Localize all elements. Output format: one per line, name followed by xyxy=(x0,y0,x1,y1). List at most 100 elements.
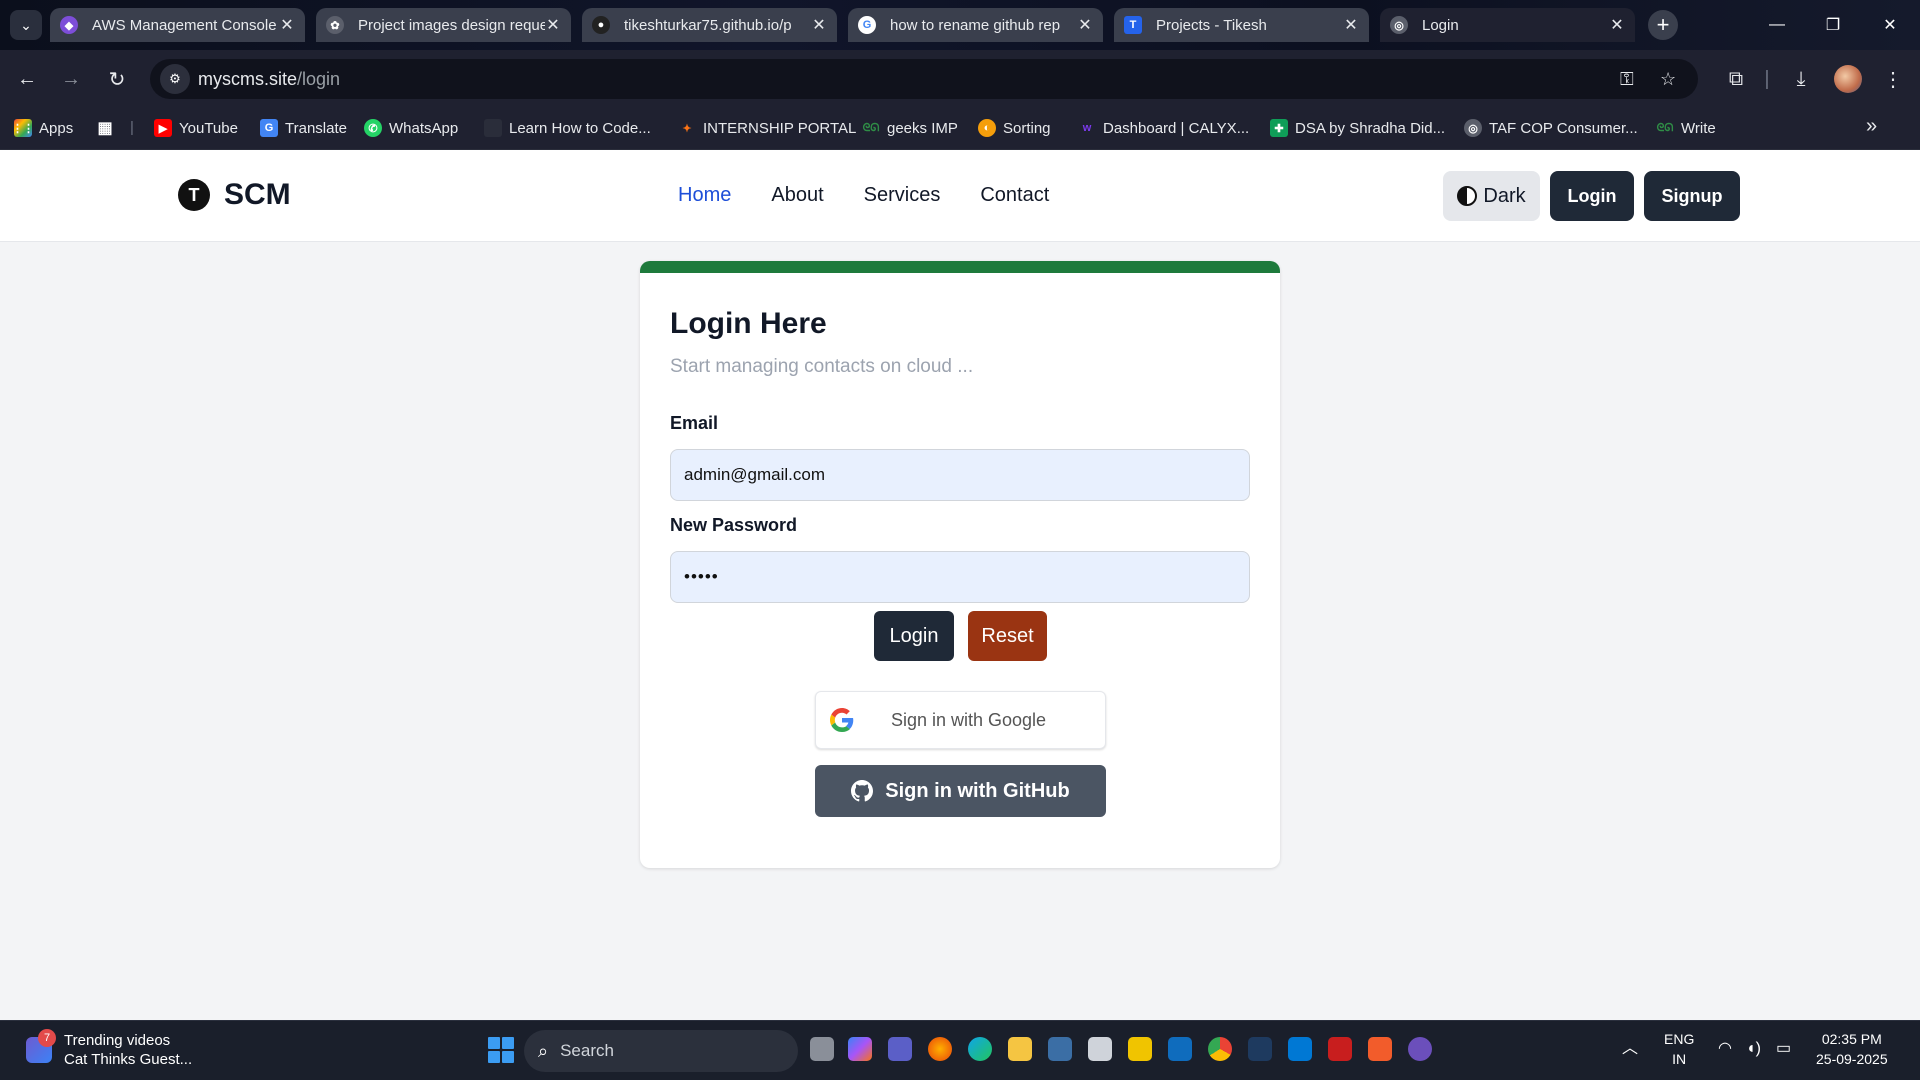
login-card: Login Here Start managing contacts on cl… xyxy=(640,261,1280,868)
app-icon[interactable] xyxy=(1088,1037,1112,1061)
bookmark-internship-portal[interactable]: ✦ INTERNSHIP PORTAL xyxy=(678,119,856,137)
close-window-icon[interactable]: ✕ xyxy=(1870,10,1910,40)
extensions-icon[interactable]: ⧉ xyxy=(1721,64,1751,94)
email-field[interactable] xyxy=(670,449,1250,501)
bookmark-divider: | xyxy=(130,119,134,136)
language-indicator[interactable]: ENG IN xyxy=(1664,1029,1694,1069)
wifi-icon[interactable]: ◠ xyxy=(1718,1039,1732,1059)
app-icon[interactable] xyxy=(1248,1037,1272,1061)
tab-groups-icon[interactable]: ▦ xyxy=(96,119,121,137)
google-signin-button[interactable]: Sign in with Google xyxy=(815,691,1106,749)
app-icon[interactable] xyxy=(1048,1037,1072,1061)
teams-icon[interactable] xyxy=(888,1037,912,1061)
github-signin-button[interactable]: Sign in with GitHub xyxy=(815,765,1106,817)
profile-avatar[interactable] xyxy=(1834,65,1862,93)
apps-grid-icon: ⋮⋮ xyxy=(12,119,34,137)
password-field[interactable] xyxy=(670,551,1250,603)
show-hidden-icons-icon[interactable]: ︿ xyxy=(1622,1039,1638,1059)
bookmark-dashboard-calyx[interactable]: ᴡ Dashboard | CALYX... xyxy=(1078,119,1249,137)
vscode-icon[interactable] xyxy=(1288,1037,1312,1061)
browser-tab-projects-tikesh[interactable]: T Projects - Tikesh ✕ xyxy=(1114,8,1369,42)
bookmark-sorting[interactable]: ◐ Sorting xyxy=(978,119,1051,137)
bookmark-apps[interactable]: ⋮⋮ Apps xyxy=(12,119,73,137)
close-icon[interactable]: ✕ xyxy=(1609,15,1625,35)
bookmark-label: TAF COP Consumer... xyxy=(1489,119,1638,137)
firefox-icon[interactable] xyxy=(928,1037,952,1061)
minimize-icon[interactable]: — xyxy=(1757,10,1797,40)
browser-menu-icon[interactable]: ⋮ xyxy=(1878,64,1908,94)
sheets-icon: ✚ xyxy=(1270,119,1288,137)
browser-tab-aws[interactable]: ◆ AWS Management Console ✕ xyxy=(50,8,305,42)
browser-tab-github-io[interactable]: ● tikeshturkar75.github.io/p ✕ xyxy=(582,8,837,42)
bookmark-translate[interactable]: G Translate xyxy=(260,119,347,137)
chrome-icon[interactable] xyxy=(1208,1037,1232,1061)
browser-tab-project-images[interactable]: ✿ Project images design request ✕ xyxy=(316,8,571,42)
github-signin-label: Sign in with GitHub xyxy=(885,779,1070,802)
address-bar[interactable]: ⚙ myscms.site /login ⚿ ☆ xyxy=(150,59,1698,99)
back-icon[interactable]: ← xyxy=(12,64,42,94)
volume-icon[interactable]: ◖) xyxy=(1746,1039,1761,1059)
calyx-icon: ᴡ xyxy=(1082,122,1092,134)
bookmark-dsa-shradha[interactable]: ✚ DSA by Shradha Did... xyxy=(1270,119,1445,137)
tab-search-button[interactable]: ⌄ xyxy=(10,10,42,40)
nav-contact[interactable]: Contact xyxy=(980,184,1049,207)
close-icon[interactable]: ✕ xyxy=(1343,15,1359,35)
task-view-icon[interactable] xyxy=(810,1037,834,1061)
browser-tab-google-search[interactable]: G how to rename github rep ✕ xyxy=(848,8,1103,42)
nav-home[interactable]: Home xyxy=(678,184,731,207)
edge-icon[interactable] xyxy=(968,1037,992,1061)
close-icon[interactable]: ✕ xyxy=(545,15,561,35)
bookmark-label: Translate xyxy=(285,119,347,137)
bookmark-youtube[interactable]: ▶ YouTube xyxy=(154,119,238,137)
search-icon: ⌕ xyxy=(538,1040,549,1061)
forward-icon[interactable]: → xyxy=(56,64,86,94)
tab-label: tikeshturkar75.github.io/p xyxy=(624,16,792,34)
bookmark-whatsapp[interactable]: ✆ WhatsApp xyxy=(364,119,458,137)
page-content: T SCM Home About Services Contact Dark L… xyxy=(0,150,1920,1020)
outlook-icon[interactable] xyxy=(1168,1037,1192,1061)
new-tab-button[interactable]: + xyxy=(1648,10,1678,40)
site-info-icon[interactable]: ⚙ xyxy=(160,64,190,94)
bookmark-label: WhatsApp xyxy=(389,119,459,137)
github-desktop-icon[interactable] xyxy=(1408,1037,1432,1061)
login-button[interactable]: Login xyxy=(874,611,954,661)
theme-toggle-button[interactable]: Dark xyxy=(1443,171,1540,221)
battery-icon[interactable]: ▭ xyxy=(1776,1039,1791,1059)
nav-services[interactable]: Services xyxy=(864,184,941,207)
browser-tab-login[interactable]: ◎ Login ✕ xyxy=(1380,8,1635,42)
file-explorer-icon[interactable] xyxy=(1008,1037,1032,1061)
app-icon[interactable] xyxy=(1328,1037,1352,1061)
bookmark-geeks-imp[interactable]: ᘓᘏ geeks IMP xyxy=(862,119,958,137)
login-title: Login Here xyxy=(670,307,827,340)
sticky-notes-icon[interactable] xyxy=(1128,1037,1152,1061)
copilot-icon[interactable] xyxy=(848,1037,872,1061)
reload-icon[interactable]: ↻ xyxy=(102,64,132,94)
more-bookmarks-icon[interactable]: » xyxy=(1866,115,1877,138)
aws-icon: ◆ xyxy=(60,16,78,34)
widgets-button[interactable]: 7 Trending videos Cat Thinks Guest... xyxy=(26,1029,192,1069)
password-key-icon[interactable]: ⚿ xyxy=(1620,69,1634,90)
page-icon xyxy=(484,119,502,137)
bookmark-write[interactable]: ᘓᘏ Write xyxy=(1656,119,1716,137)
close-icon[interactable]: ✕ xyxy=(279,15,295,35)
reset-button[interactable]: Reset xyxy=(968,611,1047,661)
close-icon[interactable]: ✕ xyxy=(1077,15,1093,35)
windows-start-icon[interactable] xyxy=(488,1037,514,1063)
tikesh-t-icon: T xyxy=(1124,16,1142,34)
globe-icon: ◎ xyxy=(1390,16,1408,34)
nav-about[interactable]: About xyxy=(771,184,823,207)
download-icon[interactable]: ⤓ xyxy=(1786,64,1816,94)
clock[interactable]: 02:35 PM 25-09-2025 xyxy=(1816,1029,1888,1069)
bookmark-learn-code[interactable]: Learn How to Code... xyxy=(484,119,651,137)
bookmark-star-icon[interactable]: ☆ xyxy=(1660,69,1676,90)
brave-icon[interactable] xyxy=(1368,1037,1392,1061)
brand[interactable]: T SCM xyxy=(178,178,291,212)
taskbar-search[interactable]: ⌕ Search xyxy=(524,1030,798,1072)
nav-login-button[interactable]: Login xyxy=(1550,171,1634,221)
bookmark-taf-cop[interactable]: ◎ TAF COP Consumer... xyxy=(1464,119,1638,137)
restore-icon[interactable]: ❐ xyxy=(1813,10,1853,40)
chatgpt-icon: ✿ xyxy=(326,16,344,34)
tab-label: Login xyxy=(1422,16,1459,34)
close-icon[interactable]: ✕ xyxy=(811,15,827,35)
nav-signup-button[interactable]: Signup xyxy=(1644,171,1740,221)
